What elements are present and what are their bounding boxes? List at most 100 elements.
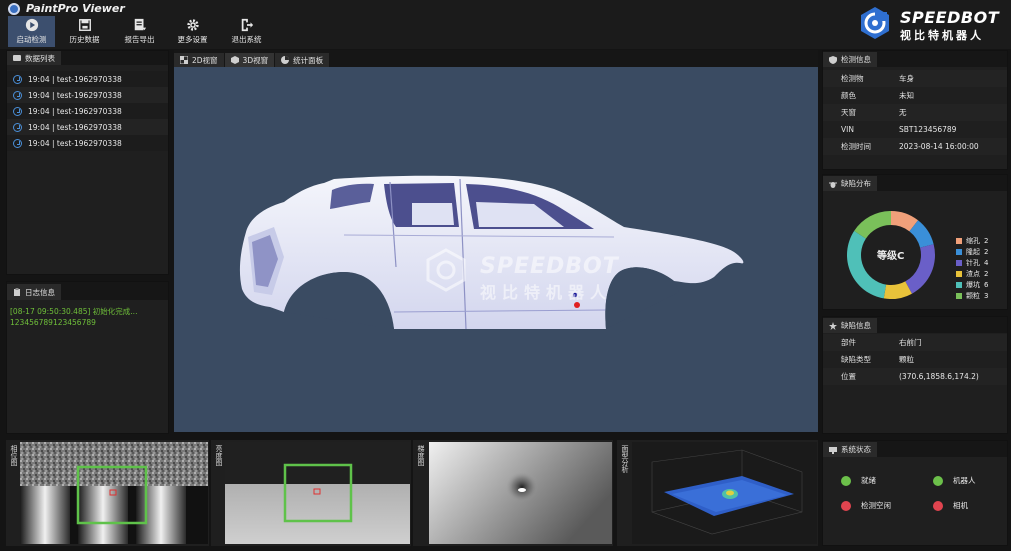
log-line: [08-17 09:50:30.485] 初始化完成... xyxy=(10,307,138,316)
watermark-name: SPEEDBOT xyxy=(480,254,619,279)
list-item-label: 19:04 | test-1962970338 xyxy=(28,138,122,148)
report-icon xyxy=(134,18,146,31)
history-icon xyxy=(78,19,91,31)
surface-analysis-panel: 面型分析 xyxy=(617,440,818,546)
list-item[interactable]: 19:04 | test-1962970338 xyxy=(7,87,168,103)
status-indicator xyxy=(933,475,943,486)
table-row: 部件 右前门 xyxy=(823,334,1007,351)
list-item[interactable]: 19:04 | test-1962970338 xyxy=(7,103,168,119)
row-value: 未知 xyxy=(899,91,914,100)
toolbar-report-export-button[interactable]: 报告导出 xyxy=(117,16,162,47)
3d-viewport[interactable]: SPEEDBOT 视比特机器人 xyxy=(174,67,818,432)
inspection-info-panel: 检测信息 检测物 车身 颜色 未知 天窗 无 VIN SBT123456789 检测时间… xyxy=(822,50,1008,170)
row-key: 颜色 xyxy=(841,91,856,100)
legend-count: 3 xyxy=(984,291,989,300)
tab-label: 2D视窗 xyxy=(192,55,218,65)
status-camera: 相机 xyxy=(933,500,968,511)
list-item[interactable]: 19:04 | test-1962970338 xyxy=(7,119,168,135)
defect-grade: 等级C xyxy=(877,251,905,262)
status-label: 相机 xyxy=(953,501,968,510)
log-content: [08-17 09:50:30.485] 初始化完成... 1234567891… xyxy=(7,300,168,334)
legend-item: 缩孔 2 xyxy=(956,235,988,246)
list-item-label: 19:04 | test-1962970338 xyxy=(28,74,122,84)
list-item[interactable]: 19:04 | test-1962970338 xyxy=(7,71,168,87)
list-item-label: 19:04 | test-1962970338 xyxy=(28,90,122,100)
gradient-map-image[interactable] xyxy=(429,442,612,544)
row-value: SBT123456789 xyxy=(899,125,957,134)
brightness-map-image[interactable] xyxy=(225,442,410,544)
row-value: (370.6,1858.6,174.2) xyxy=(899,372,979,381)
pie-chart-icon xyxy=(281,56,290,64)
app-title: PaintPro Viewer xyxy=(26,2,125,15)
view-tabbar: 2D视窗 3D视窗 统计面板 xyxy=(174,50,818,67)
status-label: 检测空闲 xyxy=(861,501,891,510)
table-row: 颜色 未知 xyxy=(823,87,1007,104)
data-list-panel: 数据列表 19:04 | test-1962970338 19:04 | tes… xyxy=(6,50,169,275)
legend-name: 颗粒 xyxy=(966,291,980,300)
table-row: 检测物 车身 xyxy=(823,70,1007,87)
play-icon xyxy=(25,18,38,32)
log-line: 123456789123456789 xyxy=(10,318,96,327)
toolbar-history-button[interactable]: 历史数据 xyxy=(62,16,107,47)
clock-icon xyxy=(13,122,22,132)
brightness-map-panel: 亮度图 xyxy=(211,440,411,546)
status-detection-idle: 检测空闲 xyxy=(841,500,891,511)
row-value: 颗粒 xyxy=(899,355,914,364)
panel-title: 日志信息 xyxy=(25,287,55,297)
status-indicator xyxy=(841,475,851,486)
toolbar-exit-button[interactable]: 退出系统 xyxy=(224,16,269,47)
table-row: 检测时间 2023-08-14 16:00:00 xyxy=(823,138,1007,155)
clipboard-icon xyxy=(14,288,20,296)
legend-item: 渣点 2 xyxy=(956,268,988,279)
toolbar-label: 历史数据 xyxy=(69,35,100,44)
inspection-info-tab: 检测信息 xyxy=(823,52,877,67)
status-indicator xyxy=(841,500,851,511)
legend-item: 爆坑 6 xyxy=(956,279,988,290)
data-list-tab: 数据列表 xyxy=(7,51,61,65)
legend-swatch xyxy=(956,237,962,244)
brand-name: SPEEDBOT xyxy=(900,8,1000,27)
row-value: 右前门 xyxy=(899,338,922,347)
row-key: 检测物 xyxy=(841,74,864,83)
toolbar-settings-button[interactable]: 更多设置 xyxy=(170,16,215,47)
defect-info-tab: 缺陷信息 xyxy=(823,318,877,333)
tab-2d-view[interactable]: 2D视窗 xyxy=(174,53,224,67)
legend-count: 2 xyxy=(984,247,989,256)
tab-label: 统计面板 xyxy=(293,55,324,65)
phase-map-image[interactable] xyxy=(20,442,208,544)
row-key: 位置 xyxy=(841,372,856,381)
row-key: 天窗 xyxy=(841,108,856,117)
legend-count: 6 xyxy=(984,280,989,289)
row-key: 检测时间 xyxy=(841,142,871,151)
table-row: VIN SBT123456789 xyxy=(823,121,1007,138)
thumb-label: 相位图 xyxy=(10,445,18,466)
row-key: 缺陷类型 xyxy=(841,355,871,364)
clock-icon xyxy=(13,106,22,116)
status-indicator xyxy=(933,500,943,511)
clock-icon xyxy=(13,90,22,100)
toolbar-label: 退出系统 xyxy=(231,35,262,44)
log-panel: 日志信息 [08-17 09:50:30.485] 初始化完成... 12345… xyxy=(6,281,169,434)
panel-title: 缺陷信息 xyxy=(841,321,871,330)
legend-count: 2 xyxy=(984,236,989,245)
toolbar-label: 报告导出 xyxy=(124,35,155,44)
surface-3d-plot[interactable] xyxy=(632,442,817,544)
tab-statistics[interactable]: 统计面板 xyxy=(275,53,330,67)
list-icon xyxy=(13,55,21,61)
panel-title: 数据列表 xyxy=(25,53,55,63)
system-status-tab: 系统状态 xyxy=(823,442,877,457)
tab-3d-view[interactable]: 3D视窗 xyxy=(224,53,275,67)
star-icon xyxy=(829,321,837,330)
gradient-map-panel: 梯度图 xyxy=(413,440,613,546)
status-label: 机器人 xyxy=(953,476,976,485)
status-robot: 机器人 xyxy=(933,475,976,486)
table-row: 天窗 无 xyxy=(823,104,1007,121)
status-label: 就绪 xyxy=(861,476,876,485)
legend-name: 缩孔 xyxy=(966,236,980,245)
list-item-label: 19:04 | test-1962970338 xyxy=(28,106,122,116)
list-item[interactable]: 19:04 | test-1962970338 xyxy=(7,135,168,151)
table-row: 缺陷类型 颗粒 xyxy=(823,351,1007,368)
gear-icon xyxy=(186,19,199,31)
legend-item: 针孔 4 xyxy=(956,257,988,268)
toolbar-start-detection-button[interactable]: 启动检测 xyxy=(8,16,55,47)
